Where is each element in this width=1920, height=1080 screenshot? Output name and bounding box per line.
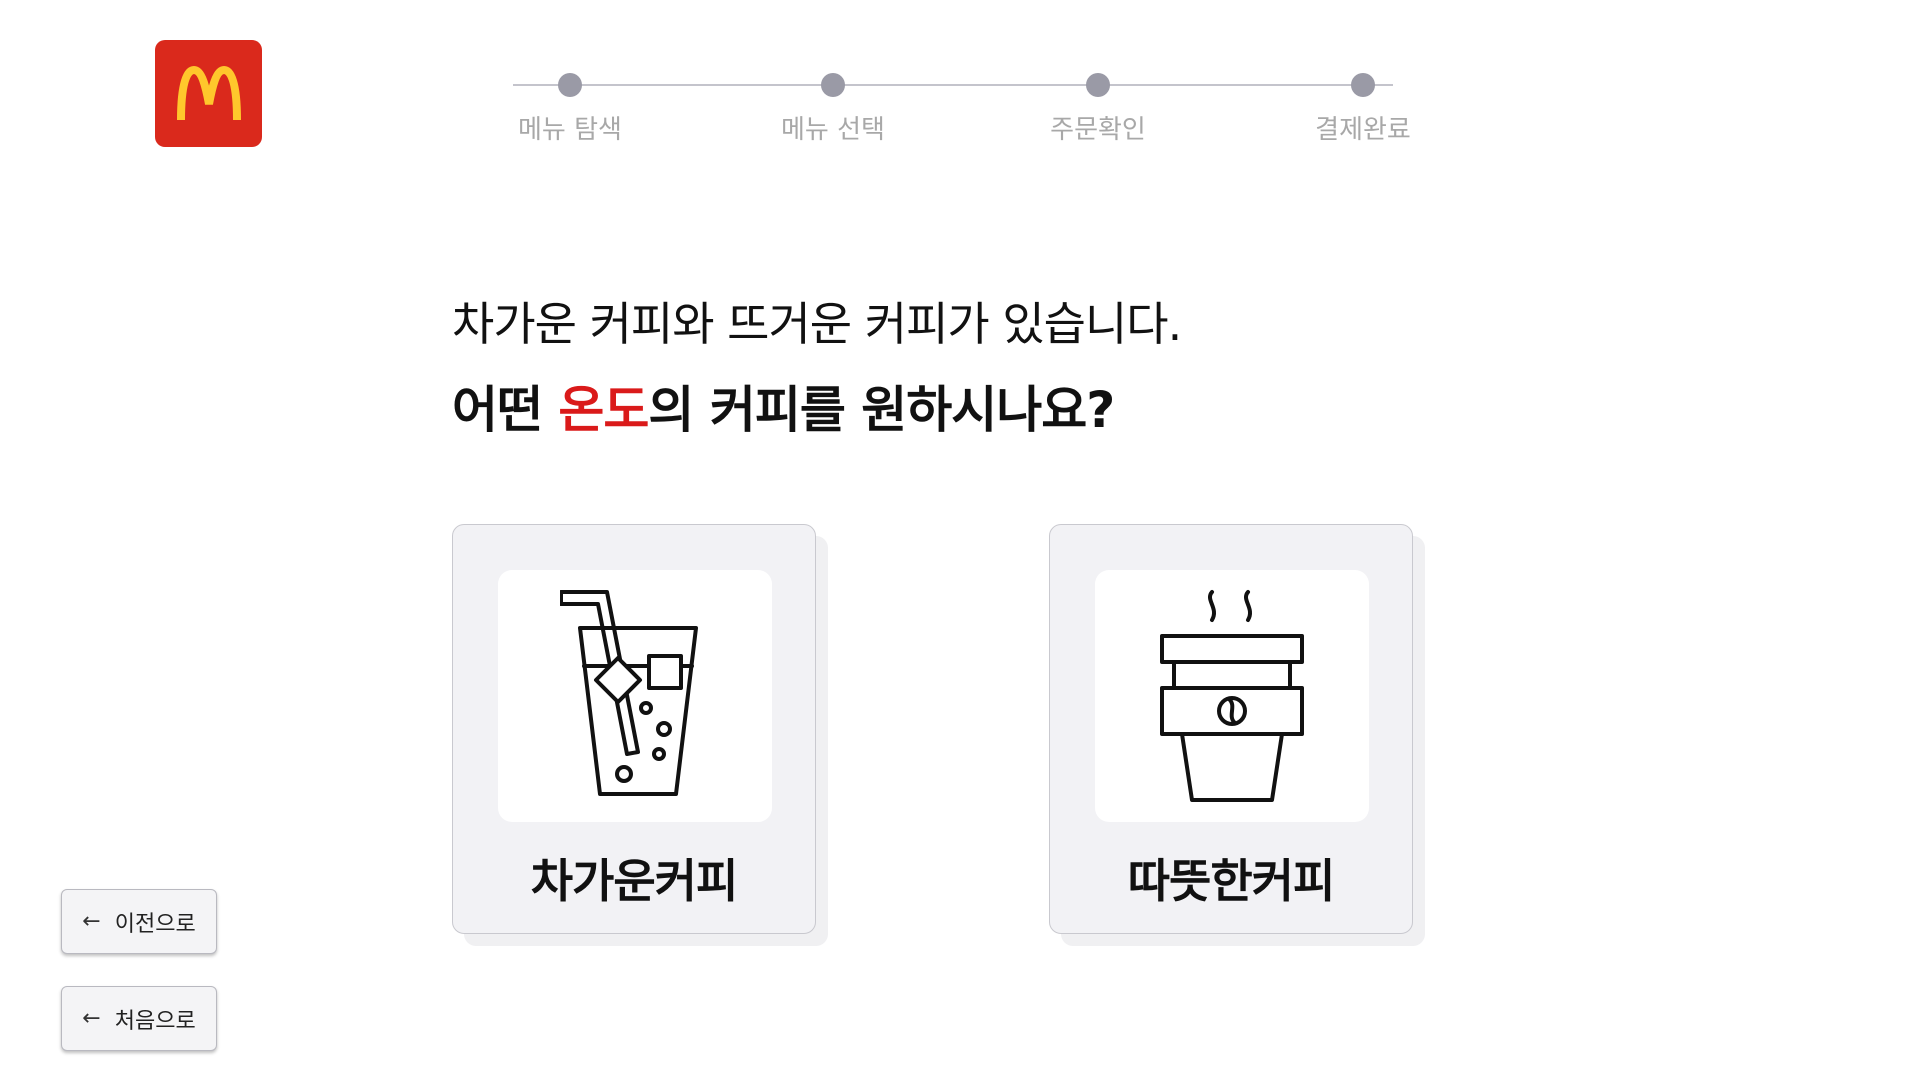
home-button-label: 처음으로 xyxy=(114,1008,196,1034)
arrow-left-icon: ← xyxy=(82,1005,101,1031)
hot-coffee-label: 따뜻한커피 xyxy=(1127,854,1336,908)
order-progress-stepper: 메뉴 탐색 메뉴 선택 주문확인 결제완료 xyxy=(513,70,1413,150)
question-heading: 어떤 온도의 커피를 원하시나요? xyxy=(452,370,1181,442)
step-label: 주문확인 xyxy=(1050,115,1146,145)
golden-arches-icon xyxy=(176,65,241,120)
previous-button[interactable]: ← 이전으로 xyxy=(61,889,217,954)
step-menu-select: 메뉴 선택 xyxy=(753,70,913,146)
hot-coffee-option[interactable]: 따뜻한커피 xyxy=(1049,524,1413,934)
question-suffix: 의 커피를 원하시나요? xyxy=(648,381,1115,439)
step-menu-browse: 메뉴 탐색 xyxy=(490,70,650,146)
step-payment-complete: 결제완료 xyxy=(1283,70,1443,146)
question-highlight: 온도 xyxy=(558,381,649,439)
home-button[interactable]: ← 처음으로 xyxy=(61,986,217,1051)
iced-coffee-option[interactable]: 차가운커피 xyxy=(452,524,816,934)
question-prompt: 차가운 커피와 뜨거운 커피가 있습니다. 어떤 온도의 커피를 원하시나요? xyxy=(452,288,1182,442)
iced-coffee-image xyxy=(498,570,772,822)
hot-coffee-cup-icon xyxy=(1160,590,1304,802)
previous-button-label: 이전으로 xyxy=(114,911,196,937)
step-label: 메뉴 탐색 xyxy=(518,115,622,145)
step-dot xyxy=(821,73,845,97)
iced-coffee-icon xyxy=(560,590,698,796)
step-dot xyxy=(558,73,582,97)
arrow-left-icon: ← xyxy=(82,908,101,934)
iced-coffee-label: 차가운커피 xyxy=(530,854,739,908)
hot-coffee-image xyxy=(1095,570,1369,822)
step-label: 결제완료 xyxy=(1315,115,1411,145)
question-prefix: 어떤 xyxy=(452,381,559,439)
mcdonalds-logo xyxy=(155,40,262,147)
step-label: 메뉴 선택 xyxy=(781,115,885,145)
step-dot xyxy=(1086,73,1110,97)
step-dot xyxy=(1351,73,1375,97)
question-intro: 차가운 커피와 뜨거운 커피가 있습니다. xyxy=(452,297,1182,351)
step-order-confirm: 주문확인 xyxy=(1018,70,1178,146)
kiosk-page: 메뉴 탐색 메뉴 선택 주문확인 결제완료 차가운 커피와 뜨거운 커피가 있습… xyxy=(0,0,1920,1080)
